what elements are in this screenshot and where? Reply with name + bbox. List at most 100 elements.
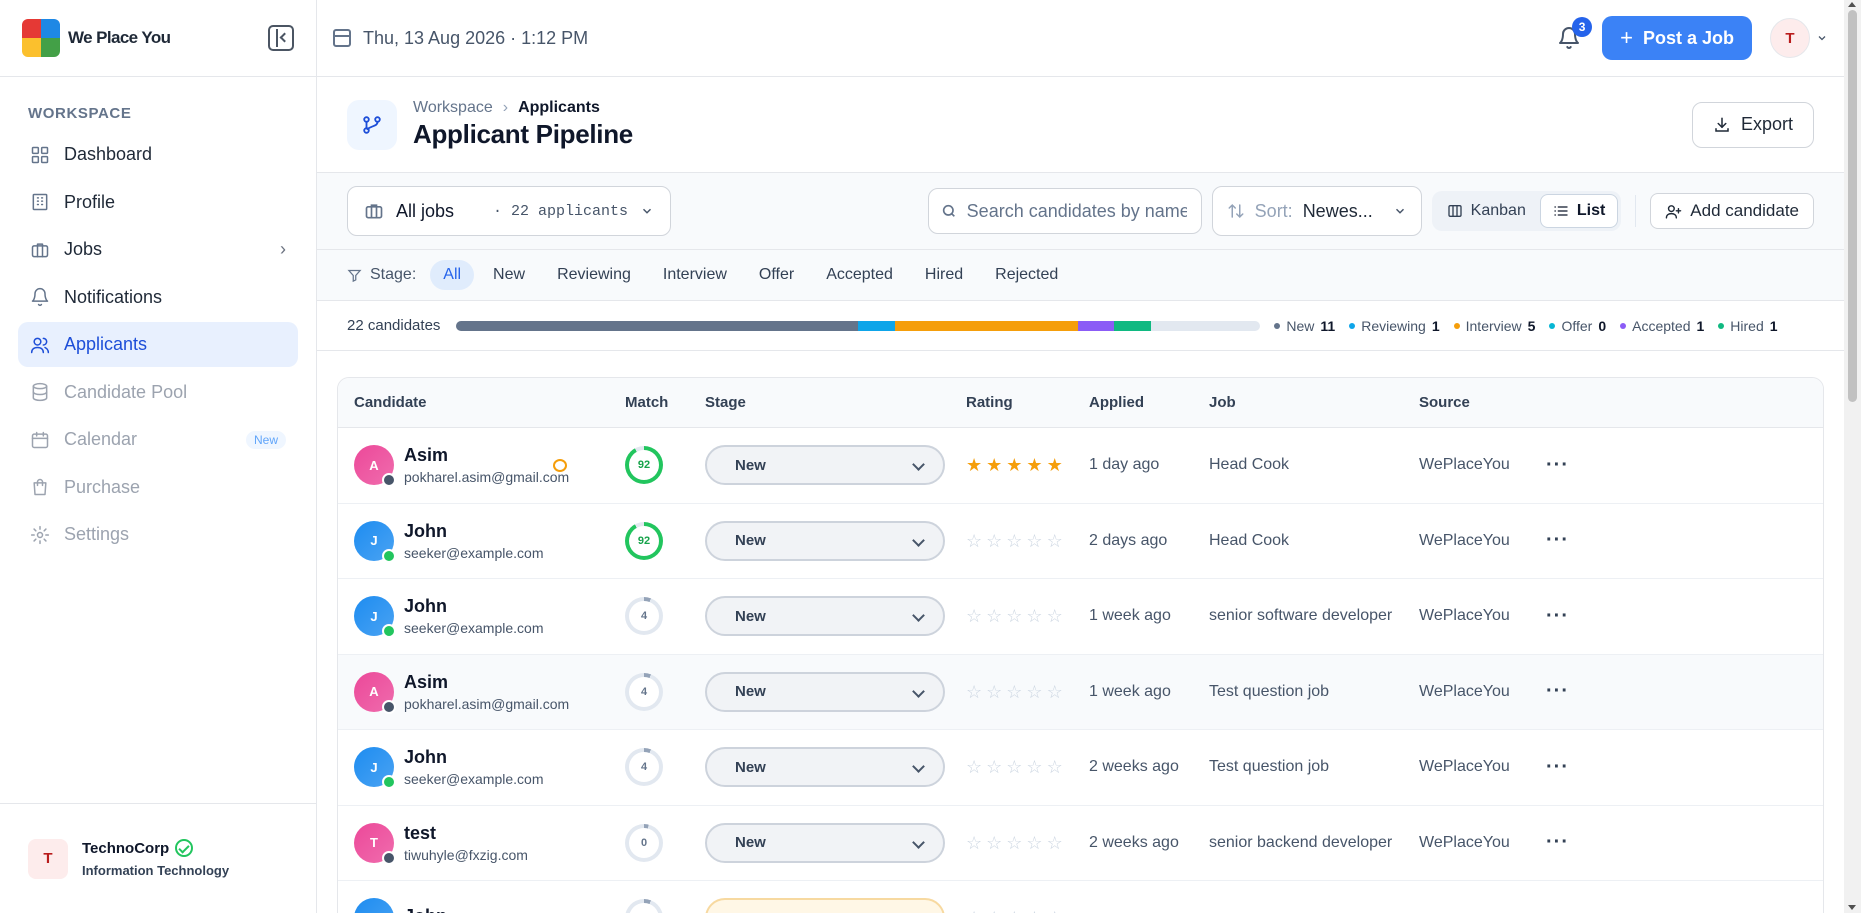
- jobs-filter-select[interactable]: All jobs · 22 applicants: [347, 186, 671, 236]
- breadcrumb-root[interactable]: Workspace: [413, 99, 493, 117]
- more-actions-icon[interactable]: ···: [1546, 756, 1569, 779]
- star-icon[interactable]: ☆: [1026, 683, 1042, 701]
- stage-select[interactable]: New: [705, 671, 945, 712]
- add-candidate-button[interactable]: Add candidate: [1650, 193, 1814, 229]
- star-icon[interactable]: ★: [1047, 456, 1063, 474]
- stage-filter-reviewing[interactable]: Reviewing: [544, 260, 644, 290]
- table-row[interactable]: A Asim pokharel.asim@gmail.com 4 New ☆ ☆ ☆ ☆ ☆ 1 w…: [338, 654, 1823, 730]
- star-icon[interactable]: ☆: [1026, 834, 1042, 852]
- sidebar-item-jobs[interactable]: Jobs ›: [18, 227, 298, 272]
- table-row[interactable]: J John seeker@example.com 4 New ☆ ☆ ☆ ☆ ☆ 2 weeks …: [338, 730, 1823, 806]
- candidate-name[interactable]: John: [404, 747, 544, 768]
- star-icon[interactable]: ☆: [1006, 834, 1022, 852]
- scroll-down-arrow[interactable]: [1848, 905, 1856, 910]
- sidebar-item-profile[interactable]: Profile: [18, 180, 298, 225]
- sort-select[interactable]: Sort: Newes...: [1211, 186, 1422, 236]
- table-row[interactable]: J John seeker@example.com 92 New ☆ ☆ ☆ ☆ ☆ 2 days …: [338, 504, 1823, 579]
- star-icon[interactable]: ☆: [986, 683, 1002, 701]
- star-icon[interactable]: ☆: [1006, 758, 1022, 776]
- more-actions-icon[interactable]: ···: [1546, 831, 1569, 854]
- star-icon[interactable]: ☆: [1026, 607, 1042, 625]
- star-icon[interactable]: ☆: [1026, 758, 1042, 776]
- stage-select[interactable]: New: [705, 445, 945, 486]
- star-icon[interactable]: ☆: [966, 532, 982, 550]
- stage-filter-all[interactable]: All: [430, 260, 475, 290]
- stage-filter-interview[interactable]: Interview: [650, 260, 740, 290]
- sidebar-item-candidate-pool[interactable]: Candidate Pool: [18, 370, 298, 415]
- star-icon[interactable]: ☆: [1006, 607, 1022, 625]
- sidebar-item-calendar[interactable]: Calendar New: [18, 417, 298, 462]
- star-icon[interactable]: ☆: [986, 909, 1002, 913]
- view-kanban-button[interactable]: Kanban: [1435, 194, 1538, 228]
- candidate-name[interactable]: John: [404, 521, 544, 542]
- scrollbar-thumb[interactable]: [1848, 10, 1857, 402]
- chat-icon[interactable]: [553, 458, 567, 472]
- star-icon[interactable]: ☆: [986, 834, 1002, 852]
- star-icon[interactable]: ☆: [1006, 683, 1022, 701]
- star-icon[interactable]: ☆: [966, 683, 982, 701]
- sidebar-item-settings[interactable]: Settings: [18, 512, 298, 557]
- stage-filter-hired[interactable]: Hired: [912, 260, 976, 290]
- table-row[interactable]: Ttest tiwuhyle@fxzig.com 0 New ☆ ☆ ☆ ☆ ☆ 2 weeks …: [338, 806, 1823, 881]
- star-icon[interactable]: ☆: [1026, 909, 1042, 913]
- star-icon[interactable]: ☆: [1047, 683, 1063, 701]
- candidate-name[interactable]: test: [404, 823, 528, 844]
- org-card[interactable]: T TechnoCorp Information Technology: [0, 803, 316, 913]
- export-button[interactable]: Export: [1691, 101, 1814, 148]
- table-row[interactable]: A Asim pokharel.asim@gmail.com 92 New ★ ★ ★ ★ ★ 1 …: [338, 428, 1823, 504]
- notifications-button[interactable]: 3: [1554, 17, 1593, 53]
- post-job-button[interactable]: + Post a Job: [1602, 16, 1752, 60]
- candidate-cell: Ttest tiwuhyle@fxzig.com: [354, 806, 528, 881]
- user-menu[interactable]: T: [1770, 18, 1828, 58]
- star-icon[interactable]: ☆: [1047, 607, 1063, 625]
- stage-filter-new[interactable]: New: [480, 260, 538, 290]
- candidate-name[interactable]: Asim: [404, 445, 569, 466]
- brand[interactable]: We Place You: [22, 19, 171, 57]
- stage-select[interactable]: New: [705, 596, 945, 637]
- candidate-name[interactable]: Asim: [404, 672, 569, 693]
- star-icon[interactable]: ☆: [986, 607, 1002, 625]
- page-scrollbar[interactable]: [1844, 0, 1861, 913]
- stage-select[interactable]: New: [705, 520, 945, 561]
- stage-filter-rejected[interactable]: Rejected: [982, 260, 1071, 290]
- view-list-button[interactable]: List: [1539, 194, 1619, 228]
- star-icon[interactable]: ☆: [966, 909, 982, 913]
- more-actions-icon[interactable]: ···: [1546, 529, 1569, 552]
- collapse-sidebar-button[interactable]: [268, 25, 294, 51]
- star-icon[interactable]: ☆: [966, 758, 982, 776]
- sidebar-item-dashboard[interactable]: Dashboard: [18, 132, 298, 177]
- star-icon[interactable]: ☆: [1047, 532, 1063, 550]
- stage-select[interactable]: [705, 898, 945, 913]
- star-icon[interactable]: ☆: [986, 532, 1002, 550]
- star-icon[interactable]: ☆: [1047, 758, 1063, 776]
- table-row[interactable]: J John ☆ ☆ ☆ ☆ ☆ ···: [338, 881, 1823, 913]
- star-icon[interactable]: ★: [966, 456, 982, 474]
- candidate-name[interactable]: John: [404, 906, 447, 913]
- star-icon[interactable]: ☆: [986, 758, 1002, 776]
- star-icon[interactable]: ☆: [1047, 909, 1063, 913]
- sidebar-item-notifications[interactable]: Notifications: [18, 275, 298, 320]
- sidebar-item-applicants[interactable]: Applicants: [18, 322, 298, 367]
- star-icon[interactable]: ★: [1006, 456, 1022, 474]
- star-icon[interactable]: ☆: [1006, 532, 1022, 550]
- more-actions-icon[interactable]: ···: [1546, 454, 1569, 477]
- stage-select[interactable]: New: [705, 747, 945, 788]
- stage-filter-offer[interactable]: Offer: [746, 260, 807, 290]
- star-icon[interactable]: ☆: [1006, 909, 1022, 913]
- more-actions-icon[interactable]: ···: [1546, 907, 1569, 913]
- candidate-name[interactable]: John: [404, 596, 544, 617]
- star-icon[interactable]: ★: [986, 456, 1002, 474]
- scroll-up-arrow[interactable]: [1848, 2, 1856, 7]
- search-input[interactable]: [966, 200, 1187, 222]
- star-icon[interactable]: ☆: [1047, 834, 1063, 852]
- sidebar-item-purchase[interactable]: Purchase: [18, 465, 298, 510]
- more-actions-icon[interactable]: ···: [1546, 680, 1569, 703]
- more-actions-icon[interactable]: ···: [1546, 605, 1569, 628]
- table-row[interactable]: J John seeker@example.com 4 New ☆ ☆ ☆ ☆ ☆ 1 week a…: [338, 579, 1823, 655]
- stage-filter-accepted[interactable]: Accepted: [813, 260, 906, 290]
- star-icon[interactable]: ★: [1026, 456, 1042, 474]
- star-icon[interactable]: ☆: [966, 607, 982, 625]
- star-icon[interactable]: ☆: [966, 834, 982, 852]
- stage-select[interactable]: New: [705, 822, 945, 863]
- star-icon[interactable]: ☆: [1026, 532, 1042, 550]
